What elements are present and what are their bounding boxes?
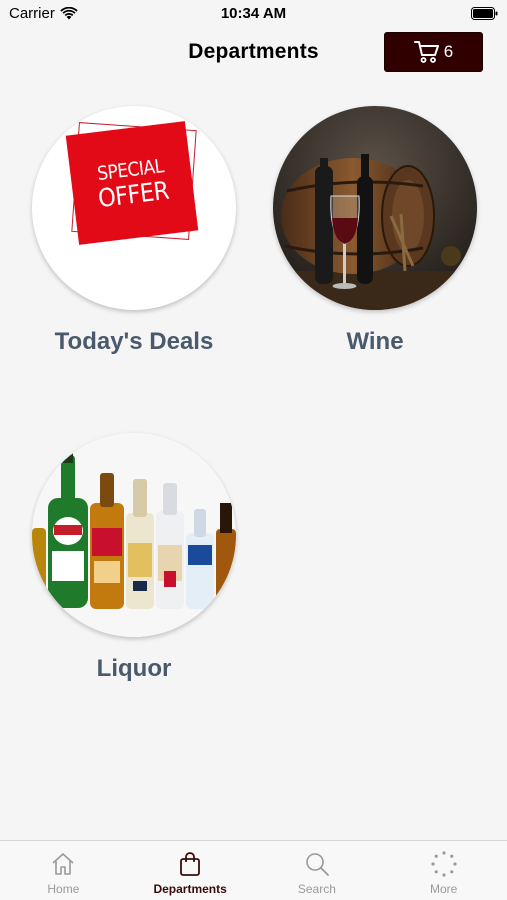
tab-label: Search	[297, 882, 336, 896]
search-icon	[306, 853, 329, 876]
tab-more[interactable]: More	[380, 841, 507, 900]
department-wine[interactable]: Wine	[272, 106, 478, 356]
tab-home[interactable]: Home	[0, 841, 127, 900]
status-bar: Carrier 10:34 AM	[0, 0, 507, 28]
shopping-bag-icon	[180, 852, 201, 876]
status-time: 10:34 AM	[220, 5, 287, 22]
department-label: Liquor	[96, 655, 172, 682]
cart-button[interactable]: 6	[384, 32, 483, 72]
tab-bar: Home Departments Search More	[0, 840, 507, 900]
battery-icon	[471, 7, 498, 20]
department-liquor[interactable]: Liquor	[31, 433, 237, 683]
wine-image	[273, 106, 477, 310]
tab-label: More	[429, 882, 458, 896]
home-icon	[52, 853, 74, 875]
department-todays-deals[interactable]: SPECIAL OFFER Today's Deals	[31, 106, 237, 356]
special-offer-graphic: SPECIAL OFFER	[65, 121, 199, 245]
tab-label: Departments	[153, 882, 227, 896]
tab-label: Home	[47, 882, 80, 896]
cart-count: 6	[443, 42, 454, 61]
department-label: Wine	[346, 328, 404, 355]
department-label: Today's Deals	[54, 328, 214, 355]
tab-departments[interactable]: Departments	[127, 841, 254, 900]
todays-deals-image: SPECIAL OFFER	[32, 106, 236, 310]
cart-icon	[413, 41, 439, 63]
tab-search[interactable]: Search	[254, 841, 381, 900]
liquor-image	[32, 433, 236, 637]
more-dots-icon	[431, 851, 457, 877]
